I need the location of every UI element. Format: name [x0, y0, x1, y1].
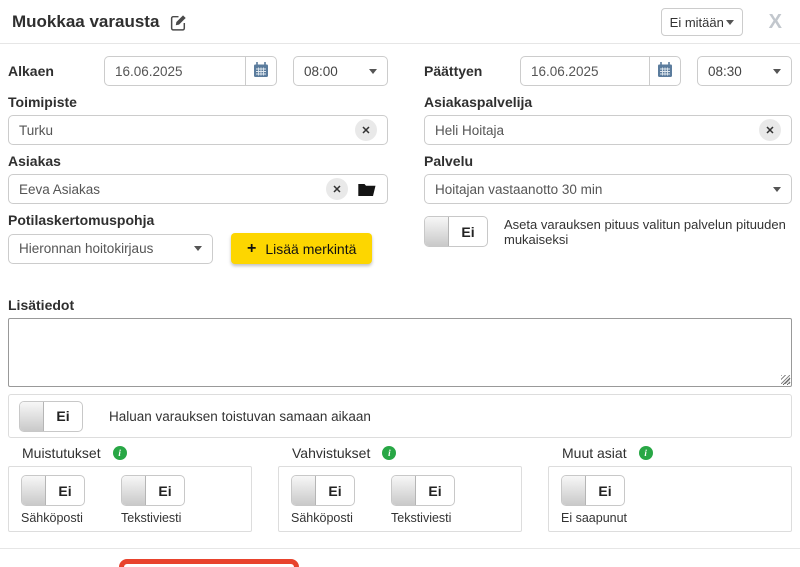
chevron-down-icon [773, 69, 781, 74]
close-icon[interactable]: X [769, 11, 782, 34]
info-icon[interactable]: i [639, 446, 653, 460]
reminders-title: Muistutukset [22, 445, 101, 461]
plus-icon: + [247, 240, 256, 258]
location-input[interactable]: Turku ✕ [8, 115, 388, 145]
repeat-toggle-label: Haluan varauksen toistuvan samaan aikaan [109, 409, 371, 424]
end-date-input[interactable]: 16.06.2025 [520, 56, 649, 86]
add-entry-button[interactable]: + Lisää merkintä [231, 233, 372, 264]
start-label: Alkaen [8, 63, 104, 79]
dialog-footer: Poista Muokattu viimeksi 18.6.2025 12:40… [0, 548, 800, 567]
toggle-handle [425, 217, 449, 246]
start-time-select[interactable]: 08:00 [293, 56, 388, 86]
start-row: Alkaen 16.06.2025 08:00 [8, 56, 388, 86]
repeat-panel: Ei Haluan varauksen toistuvan samaan aik… [8, 394, 792, 438]
staff-input[interactable]: Heli Hoitaja ✕ [424, 115, 792, 145]
dialog-header: Muokkaa varausta Ei mitään X [0, 0, 800, 44]
customer-input[interactable]: Eeva Asiakas ✕ [8, 174, 388, 204]
notes-label: Lisätiedot [8, 297, 792, 313]
chevron-down-icon [194, 246, 202, 251]
end-date-calendar-button[interactable] [649, 56, 681, 86]
service-length-toggle[interactable]: Ei [424, 216, 488, 247]
reminder-email-toggle[interactable]: Ei [21, 475, 85, 506]
service-length-toggle-label: Aseta varauksen pituus valitun palvelun … [504, 217, 792, 247]
edit-pencil-icon [169, 13, 188, 32]
record-template-label: Potilaskertomuspohja [8, 212, 388, 228]
customer-label: Asiakas [8, 153, 388, 169]
confirmations-column: Vahvistukset i Ei Sähköposti Ei Tekst [278, 445, 522, 532]
start-date-calendar-button[interactable] [245, 56, 277, 86]
info-icon[interactable]: i [113, 446, 127, 460]
open-customer-folder-icon[interactable] [358, 182, 377, 197]
toggle-handle [122, 476, 146, 505]
record-template-select[interactable]: Hieronnan hoitokirjaus [8, 234, 213, 264]
chevron-down-icon [773, 187, 781, 192]
service-select[interactable]: Hoitajan vastaanotto 30 min [424, 174, 792, 204]
service-label: Palvelu [424, 153, 792, 169]
end-time-select[interactable]: 08:30 [697, 56, 792, 86]
clear-customer-icon[interactable]: ✕ [326, 178, 348, 200]
reminder-email-label: Sähköposti [21, 511, 85, 525]
toggle-handle [292, 476, 316, 505]
confirmation-sms-toggle[interactable]: Ei [391, 475, 455, 506]
reminder-sms-toggle[interactable]: Ei [121, 475, 185, 506]
reminder-sms-label: Tekstiviesti [121, 511, 185, 525]
toggle-handle [562, 476, 586, 505]
toggle-handle [22, 476, 46, 505]
start-date-input[interactable]: 16.06.2025 [104, 56, 245, 86]
confirmations-title: Vahvistukset [292, 445, 370, 461]
location-label: Toimipiste [8, 94, 388, 110]
staff-label: Asiakaspalvelija [424, 94, 792, 110]
other-column: Muut asiat i Ei Ei saapunut [548, 445, 792, 532]
confirmation-sms-label: Tekstiviesti [391, 511, 455, 525]
repeat-toggle[interactable]: Ei [19, 401, 83, 432]
no-show-label: Ei saapunut [561, 511, 627, 525]
reminders-column: Muistutukset i Ei Sähköposti Ei Tekst [8, 445, 252, 532]
toggle-handle [20, 402, 44, 431]
clear-location-icon[interactable]: ✕ [355, 119, 377, 141]
annotation-highlight-box: Muokattu viimeksi 18.6.2025 12:40 [119, 559, 299, 567]
no-show-toggle[interactable]: Ei [561, 475, 625, 506]
chevron-down-icon [369, 69, 377, 74]
toggle-handle [392, 476, 416, 505]
info-icon[interactable]: i [382, 446, 396, 460]
confirmation-email-toggle[interactable]: Ei [291, 475, 355, 506]
end-label: Päättyen [424, 63, 520, 79]
status-select[interactable]: Ei mitään [661, 8, 743, 36]
clear-staff-icon[interactable]: ✕ [759, 119, 781, 141]
confirmation-email-label: Sähköposti [291, 511, 355, 525]
page-title: Muokkaa varausta [12, 12, 159, 32]
calendar-icon [657, 62, 673, 81]
other-title: Muut asiat [562, 445, 627, 461]
chevron-down-icon [726, 20, 734, 25]
calendar-icon [253, 62, 269, 81]
end-row: Päättyen 16.06.2025 08:30 [412, 56, 792, 86]
notes-textarea[interactable] [8, 318, 792, 387]
status-select-value: Ei mitään [670, 15, 726, 30]
